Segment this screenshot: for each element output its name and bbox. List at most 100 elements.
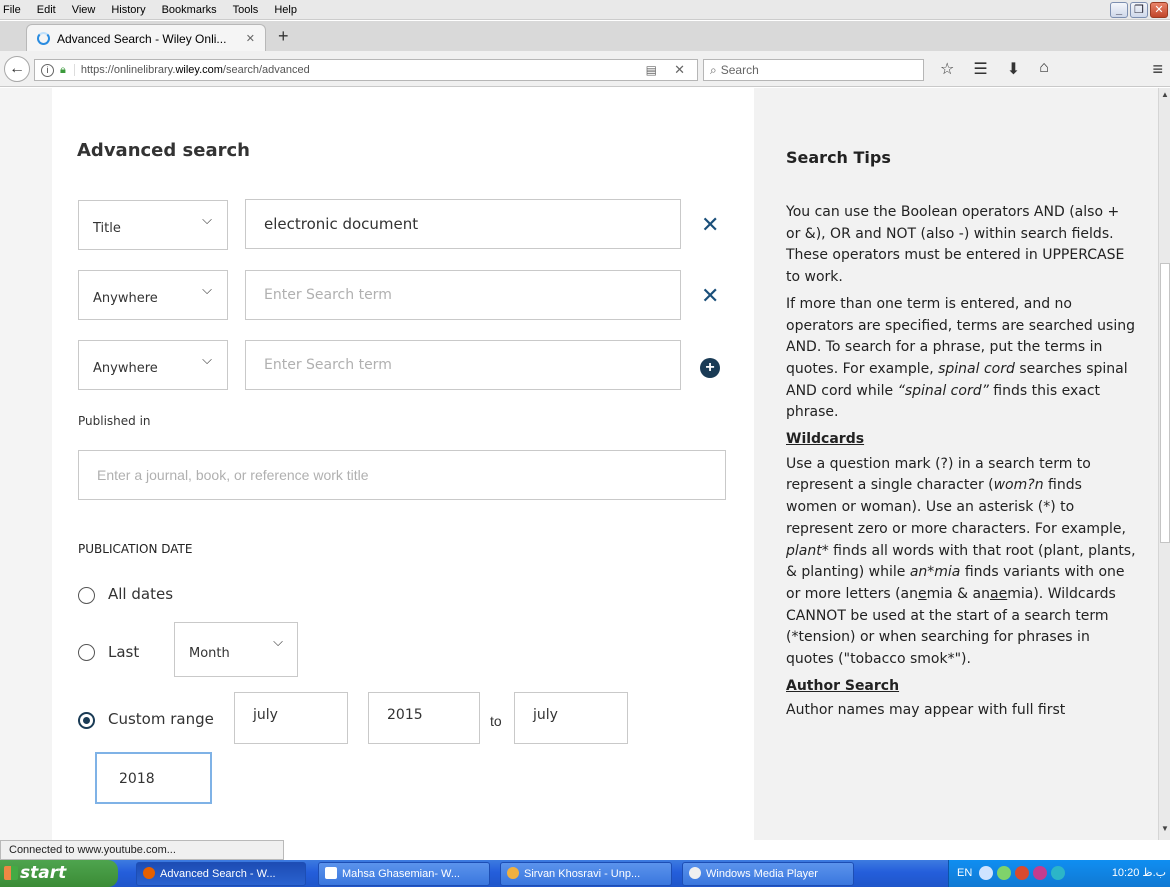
start-button[interactable]: start — [0, 860, 118, 887]
tips-boolean: You can use the Boolean operators AND (a… — [786, 204, 1125, 286]
from-month-input[interactable]: july — [234, 692, 348, 744]
page-viewport: Advanced search Title ⌵ electronic docum… — [0, 88, 1158, 840]
back-button[interactable]: ← — [4, 56, 30, 82]
taskbar: start Advanced Search - W... Mahsa Ghase… — [0, 860, 1170, 887]
new-tab-button[interactable]: + — [278, 26, 289, 47]
network-tray-icon[interactable] — [997, 866, 1011, 880]
search-tips-heading: Search Tips — [786, 148, 891, 167]
custom-range-label[interactable]: Custom range — [108, 710, 214, 728]
menu-bookmarks[interactable]: Bookmarks — [154, 4, 225, 16]
page-title: Advanced search — [77, 140, 250, 161]
taskbar-item-media-player[interactable]: Windows Media Player — [682, 862, 854, 886]
scroll-down-icon[interactable]: ▼ — [1160, 824, 1170, 838]
vertical-scrollbar[interactable]: ▲ ▼ — [1158, 88, 1170, 840]
loading-spinner-icon — [37, 32, 50, 45]
taskbar-item-word[interactable]: Mahsa Ghasemian- W... — [318, 862, 490, 886]
menu-edit[interactable]: Edit — [29, 4, 64, 16]
app-icon — [507, 867, 519, 879]
antivirus-tray-icon[interactable] — [1033, 866, 1047, 880]
add-row-icon[interactable]: + — [700, 358, 720, 378]
chevron-down-icon: ⌵ — [202, 283, 212, 298]
tab-title: Advanced Search - Wiley Onli... — [57, 31, 227, 46]
tab-strip: Advanced Search - Wiley Onli... ✕ + — [0, 21, 1170, 52]
restore-button[interactable]: ❐ — [1130, 2, 1148, 18]
media-player-icon — [689, 867, 701, 879]
scroll-up-icon[interactable]: ▲ — [1160, 90, 1170, 104]
chevron-down-icon: ⌵ — [202, 353, 212, 368]
field-select-3[interactable]: Anywhere ⌵ — [78, 340, 228, 390]
last-label[interactable]: Last — [108, 643, 139, 661]
radio-all-dates[interactable] — [78, 587, 95, 604]
chevron-down-icon: ⌵ — [273, 635, 283, 650]
language-indicator[interactable]: EN — [957, 860, 972, 887]
tray-icons — [979, 866, 1065, 880]
menu-tools[interactable]: Tools — [225, 4, 267, 16]
clock: 10:20 ب.ظ — [1111, 867, 1166, 879]
url-clear-icon[interactable]: ✕ — [674, 62, 685, 78]
author-search-heading: Author Search — [786, 677, 900, 694]
menu-file[interactable]: File — [0, 4, 29, 16]
shield-tray-icon[interactable] — [1015, 866, 1029, 880]
word-doc-icon — [325, 867, 337, 879]
reader-view-icon[interactable]: ▤ — [646, 63, 657, 77]
remove-row-icon[interactable]: ✕ — [701, 283, 719, 309]
from-year-input[interactable]: 2015 — [368, 692, 480, 744]
search-tips-text: You can use the Boolean operators AND (a… — [786, 202, 1136, 727]
tips-wildcards: Use a question mark (?) in a search term… — [786, 455, 1136, 668]
url-bar[interactable]: i 🔒︎ https://onlinelibrary.wiley.com/sea… — [34, 59, 698, 81]
remove-row-icon[interactable]: ✕ — [701, 212, 719, 238]
menu-view[interactable]: View — [64, 4, 104, 16]
update-tray-icon[interactable] — [1051, 866, 1065, 880]
field-select-label: Anywhere — [93, 291, 158, 306]
field-select-label: Anywhere — [93, 361, 158, 376]
home-icon[interactable]: ⌂ — [1039, 59, 1049, 79]
to-label: to — [490, 713, 502, 729]
toolbar-icons: ☆ ☰ ⬇ ⌂ — [940, 59, 1049, 79]
taskbar-item-firefox[interactable]: Advanced Search - W... — [136, 862, 306, 886]
back-arrow-tray-icon[interactable] — [979, 866, 993, 880]
taskbar-item-sirvan[interactable]: Sirvan Khosravi - Unp... — [500, 862, 672, 886]
menu-bar: File Edit View History Bookmarks Tools H… — [0, 0, 1170, 20]
close-window-button[interactable]: ✕ — [1150, 2, 1168, 18]
status-bar: Connected to www.youtube.com... — [0, 840, 284, 860]
menu-help[interactable]: Help — [266, 4, 305, 16]
firefox-icon — [143, 867, 155, 879]
all-dates-label[interactable]: All dates — [108, 585, 173, 603]
search-placeholder: Search — [720, 63, 759, 77]
field-select-label: Title — [93, 221, 121, 236]
advanced-search-form: Advanced search Title ⌵ electronic docum… — [52, 88, 754, 840]
info-icon[interactable]: i — [41, 63, 54, 77]
url-text: https://onlinelibrary.wiley.com/search/a… — [73, 64, 310, 76]
nav-bar: ← i 🔒︎ https://onlinelibrary.wiley.com/s… — [0, 51, 1170, 87]
bookmark-star-icon[interactable]: ☆ — [940, 59, 954, 79]
scroll-thumb[interactable] — [1160, 263, 1170, 543]
search-term-input-3[interactable]: Enter Search term — [245, 340, 681, 390]
to-month-input[interactable]: july — [514, 692, 628, 744]
lock-icon[interactable]: 🔒︎ — [60, 64, 66, 77]
tips-author: Author names may appear with full first — [786, 702, 1066, 719]
last-unit-select[interactable]: Month ⌵ — [174, 622, 298, 677]
menu-hamburger-icon[interactable]: ≡ — [1152, 59, 1163, 80]
field-select-2[interactable]: Anywhere ⌵ — [78, 270, 228, 320]
radio-last[interactable] — [78, 644, 95, 661]
magnifier-icon: ⌕ — [710, 62, 717, 77]
browser-search-input[interactable]: ⌕ Search — [703, 59, 924, 81]
download-icon[interactable]: ⬇ — [1007, 59, 1020, 79]
tab-advanced-search[interactable]: Advanced Search - Wiley Onli... ✕ — [26, 24, 266, 52]
field-select-1[interactable]: Title ⌵ — [78, 200, 228, 250]
to-year-input[interactable]: 2018 — [95, 752, 212, 804]
search-term-input-2[interactable]: Enter Search term — [245, 270, 681, 320]
last-unit-value: Month — [189, 646, 230, 661]
tab-close-icon[interactable]: ✕ — [246, 32, 255, 45]
tips-and: If more than one term is entered, and no… — [786, 295, 1136, 421]
journal-title-input[interactable]: Enter a journal, book, or reference work… — [78, 450, 726, 500]
published-in-label: Published in — [78, 414, 151, 428]
search-term-input-1[interactable]: electronic document — [245, 199, 681, 249]
bookmarks-list-icon[interactable]: ☰ — [973, 59, 987, 79]
chevron-down-icon: ⌵ — [202, 213, 212, 228]
system-tray: EN 10:20 ب.ظ — [948, 860, 1170, 887]
menu-history[interactable]: History — [103, 4, 153, 16]
radio-custom-range[interactable] — [78, 712, 95, 729]
publication-date-label: PUBLICATION DATE — [78, 542, 193, 556]
minimize-button[interactable]: _ — [1110, 2, 1128, 18]
